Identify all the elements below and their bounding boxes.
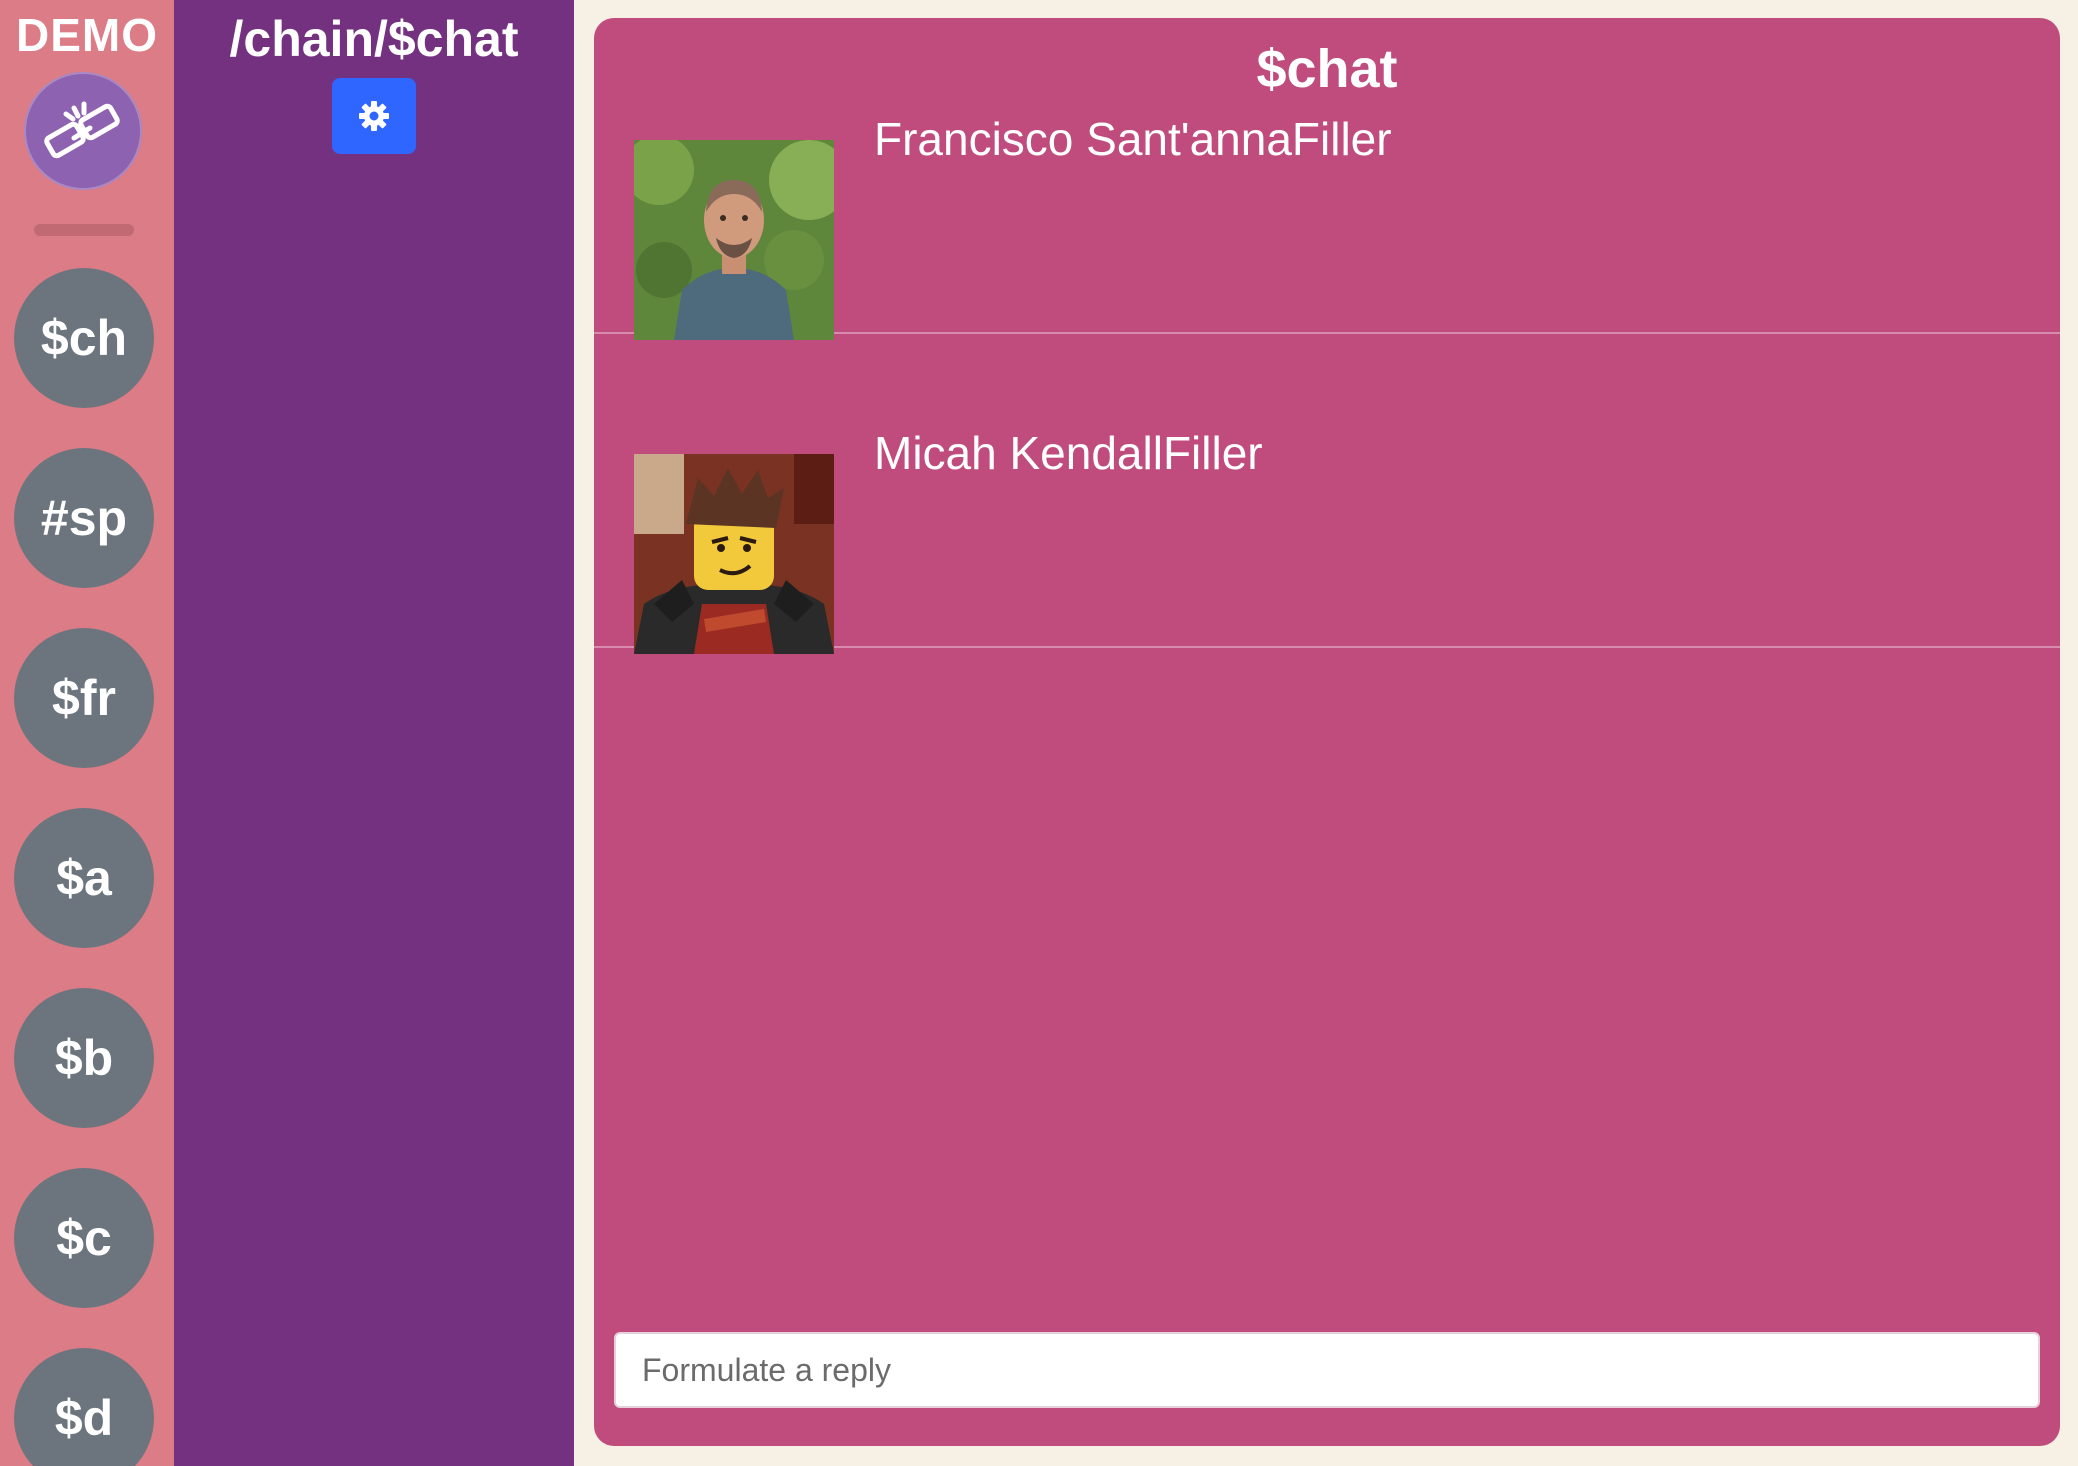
settings-button[interactable] xyxy=(332,78,416,154)
rail-item-a[interactable]: $a xyxy=(14,808,154,948)
message-author: Micah KendallFiller xyxy=(874,427,1263,479)
rail-divider xyxy=(34,224,134,236)
logo-button[interactable] xyxy=(24,72,142,190)
man-photo-avatar xyxy=(634,140,834,340)
rail-item-b[interactable]: $b xyxy=(14,988,154,1128)
message-item: Micah KendallFiller xyxy=(594,332,2060,654)
avatar[interactable] xyxy=(634,140,834,340)
channel-panel: /chain/$chat xyxy=(174,0,574,1466)
rail-item-sp[interactable]: #sp xyxy=(14,448,154,588)
avatar[interactable] xyxy=(634,454,834,654)
chat-panel: $chat Francisco Sant'annaFiller Micah Ke… xyxy=(594,18,2060,1446)
chain-link-icon xyxy=(44,101,120,159)
rail-title: DEMO xyxy=(16,9,158,61)
rail-item-d[interactable]: $d xyxy=(14,1348,154,1466)
server-rail: DEMO $ch #sp $fr $a $b $c $d xyxy=(0,0,174,1466)
gear-icon xyxy=(359,101,389,131)
rail-item-ch[interactable]: $ch xyxy=(14,268,154,408)
reply-input[interactable] xyxy=(614,1332,2040,1408)
message-author: Francisco Sant'annaFiller xyxy=(874,113,1392,165)
lego-ninja-avatar xyxy=(634,454,834,654)
message-item: Francisco Sant'annaFiller xyxy=(594,18,2060,340)
rail-item-c[interactable]: $c xyxy=(14,1168,154,1308)
rail-item-fr[interactable]: $fr xyxy=(14,628,154,768)
channel-path-title: /chain/$chat xyxy=(229,11,519,67)
